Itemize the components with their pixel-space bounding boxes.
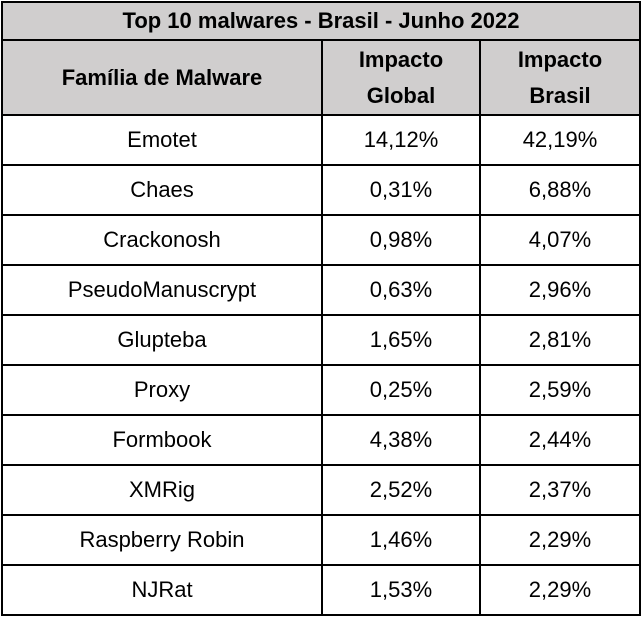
brasil-impact-cell: 2,59% [479,364,641,416]
table-row: Crackonosh 0,98% 4,07% [1,214,641,266]
global-impact-cell: 1,65% [321,314,481,366]
global-impact-cell: 1,53% [321,564,481,616]
header-family: Família de Malware [1,39,323,116]
brasil-impact-cell: 4,07% [479,214,641,266]
malware-family-cell: PseudoManuscrypt [1,264,323,316]
global-impact-cell: 0,98% [321,214,481,266]
global-impact-cell: 0,63% [321,264,481,316]
malware-family-cell: Chaes [1,164,323,216]
table-row: NJRat 1,53% 2,29% [1,564,641,616]
malware-family-cell: Proxy [1,364,323,416]
malware-family-cell: Glupteba [1,314,323,366]
malware-family-cell: NJRat [1,564,323,616]
malware-family-cell: XMRig [1,464,323,516]
table-row: PseudoManuscrypt 0,63% 2,96% [1,264,641,316]
table-row: Chaes 0,31% 6,88% [1,164,641,216]
global-impact-cell: 2,52% [321,464,481,516]
table-row: Emotet 14,12% 42,19% [1,114,641,166]
table-row: Raspberry Robin 1,46% 2,29% [1,514,641,566]
brasil-impact-cell: 2,44% [479,414,641,466]
brasil-impact-cell: 42,19% [479,114,641,166]
global-impact-cell: 0,25% [321,364,481,416]
header-global: Impacto Global [321,39,481,116]
table-row: Formbook 4,38% 2,44% [1,414,641,466]
global-impact-cell: 0,31% [321,164,481,216]
malware-family-cell: Formbook [1,414,323,466]
table-row: XMRig 2,52% 2,37% [1,464,641,516]
header-row: Família de Malware Impacto Global Impact… [1,39,641,116]
table-row: Proxy 0,25% 2,59% [1,364,641,416]
brasil-impact-cell: 2,37% [479,464,641,516]
malware-table: Top 10 malwares - Brasil - Junho 2022 Fa… [1,1,641,616]
title-row: Top 10 malwares - Brasil - Junho 2022 [1,1,641,41]
table-row: Glupteba 1,65% 2,81% [1,314,641,366]
table-title: Top 10 malwares - Brasil - Junho 2022 [1,1,641,41]
malware-family-cell: Raspberry Robin [1,514,323,566]
global-impact-cell: 4,38% [321,414,481,466]
brasil-impact-cell: 2,81% [479,314,641,366]
global-impact-cell: 1,46% [321,514,481,566]
brasil-impact-cell: 2,29% [479,514,641,566]
malware-family-cell: Crackonosh [1,214,323,266]
header-brasil: Impacto Brasil [479,39,641,116]
brasil-impact-cell: 2,29% [479,564,641,616]
brasil-impact-cell: 2,96% [479,264,641,316]
global-impact-cell: 14,12% [321,114,481,166]
malware-family-cell: Emotet [1,114,323,166]
brasil-impact-cell: 6,88% [479,164,641,216]
